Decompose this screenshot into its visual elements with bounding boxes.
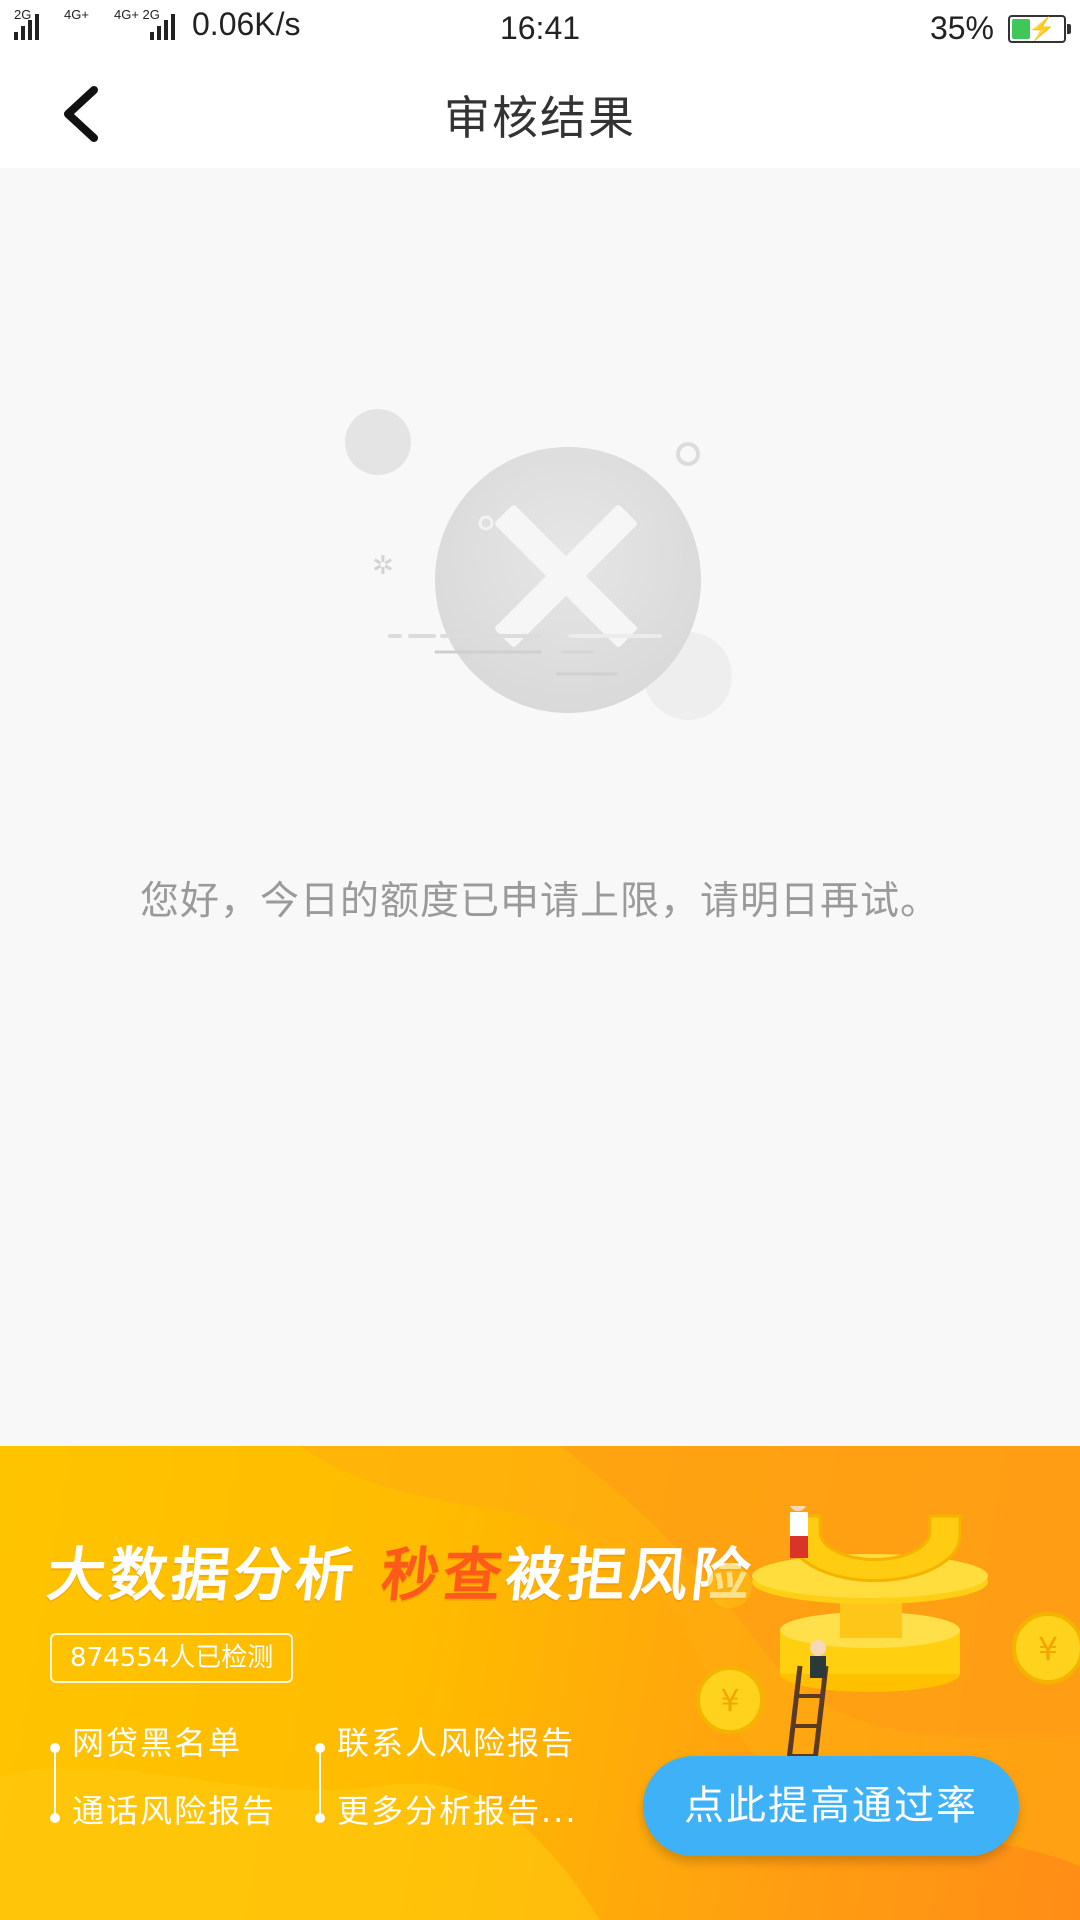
svg-text:¥: ¥ — [720, 1684, 739, 1719]
page-title: 审核结果 — [444, 91, 636, 145]
feature-item: 网贷黑名单 — [72, 1724, 243, 1762]
improve-pass-rate-button[interactable]: 点此提高通过率 — [643, 1756, 1019, 1856]
feature-item: 更多分析报告... — [337, 1792, 578, 1830]
feature-item: 通话风险报告 — [72, 1792, 277, 1830]
headline-highlight: 秒查 — [378, 1541, 510, 1609]
result-message: 您好，今日的额度已申请上限，请明日再试。 — [139, 879, 940, 924]
promo-banner[interactable]: 大数据分析 秒查被拒风险 874554人已检测 网贷黑名单 通话风险报告 联系人… — [0, 1446, 1080, 1920]
yuan-coin-illustration: ¥ ¥ — [696, 1506, 1080, 1786]
feature-item: 联系人风险报告 — [337, 1724, 576, 1762]
status-right: 35% ⚡ — [929, 10, 1071, 47]
status-bar: 2G 4G+ 4G+ 2G 0.06K/s 16:41 35% ⚡ — [0, 0, 1080, 56]
svg-text:¥: ¥ — [1038, 1630, 1058, 1668]
battery-percent: 35% — [929, 10, 994, 46]
checked-count-badge: 874554人已检测 — [50, 1633, 294, 1683]
nav-bar: 审核结果 — [0, 56, 1080, 168]
svg-text:✲: ✲ — [372, 551, 394, 581]
battery-icon: ⚡ — [1008, 14, 1071, 43]
clock: 16:41 — [499, 10, 581, 46]
rejected-x-icon: ✲ — [345, 409, 732, 720]
